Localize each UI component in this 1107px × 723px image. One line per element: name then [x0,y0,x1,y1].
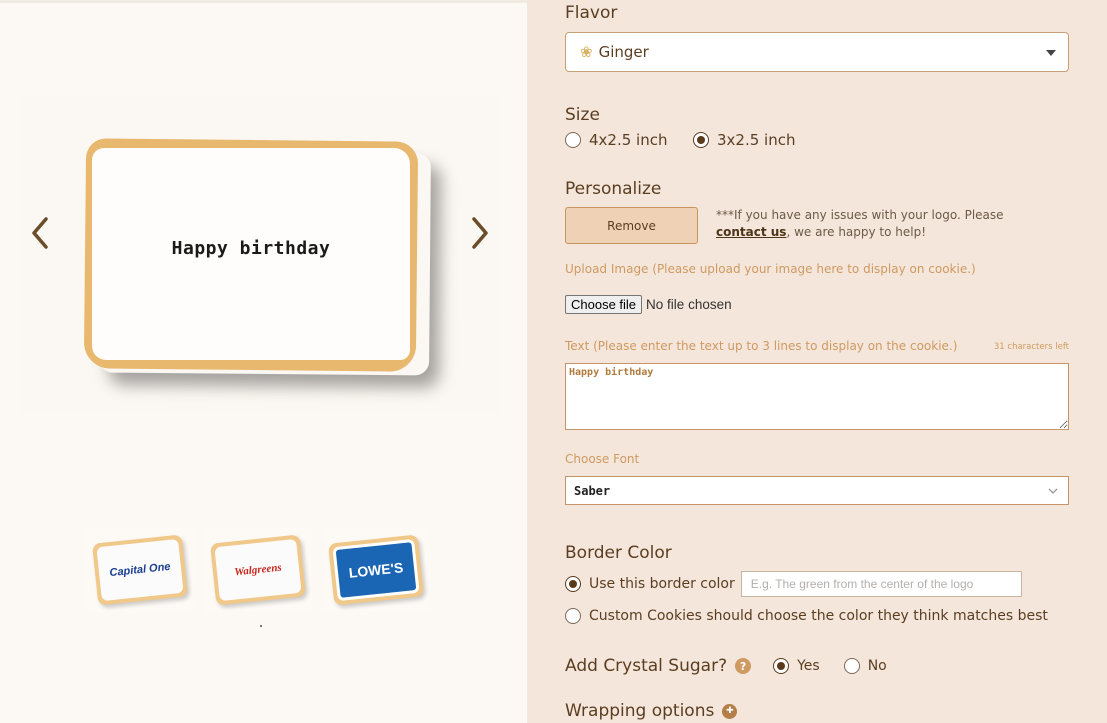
size-option-label: 3x2.5 inch [717,131,796,149]
flavor-title: Flavor [565,3,618,23]
thumbnail-walgreens[interactable]: Walgreens [204,528,312,612]
gift-icon[interactable]: ✚ [722,703,738,719]
size-radio-4x2-5[interactable] [565,132,581,148]
flavor-selected-value: Ginger [598,43,649,61]
remove-button[interactable]: Remove [565,207,698,244]
crystal-sugar-title: Add Crystal Sugar? [565,656,728,676]
border-option-label: Custom Cookies should choose the color t… [589,608,1048,624]
cookie-preview-text: Happy birthday [171,238,331,259]
chevron-right-icon [472,217,488,249]
options-panel: Flavor ❀ Ginger Size 4x2.5 inch 3x2.5 in… [527,0,1107,723]
crystal-sugar-row: Add Crystal Sugar? ? Yes No [565,656,887,676]
thumbnail-brand-label: Capital One [108,560,172,580]
border-option-label: Use this border color [589,576,735,592]
text-input-label: Text (Please enter the text up to 3 line… [565,339,958,353]
crystal-no-label: No [867,658,887,674]
personalize-title: Personalize [565,179,662,199]
thumbnail-strip: Capital One Walgreens LOWE'S [86,528,430,612]
choose-font-label: Choose Font [565,452,640,466]
crystal-no-radio[interactable] [843,658,860,674]
size-radio-3x2-5[interactable] [693,132,709,148]
thumbnail-brand-label: LOWE'S [347,559,405,581]
help-icon[interactable]: ? [735,658,752,674]
border-option-auto[interactable]: Custom Cookies should choose the color t… [565,608,1048,624]
chevron-down-icon [1048,488,1058,494]
border-option-custom-color[interactable]: Use this border color [565,571,1022,597]
size-option-4x2-5[interactable]: 4x2.5 inch [565,131,667,149]
flavor-select[interactable]: ❀ Ginger [565,32,1069,72]
border-color-title: Border Color [565,543,672,563]
crystal-yes-radio[interactable] [773,658,790,674]
upload-image-label: Upload Image (Please upload your image h… [565,262,976,276]
wrapping-options-row: Wrapping options ✚ [565,701,738,721]
next-image-button[interactable] [468,215,492,251]
characters-left: 31 characters left [993,342,1069,352]
note-suffix: , we are happy to help! [786,225,927,239]
ginger-icon: ❀ [580,43,593,61]
chevron-left-icon [32,217,48,249]
file-upload: Choose file No file chosen [565,295,732,314]
carousel-dot [260,625,262,627]
thumbnail-capital-one[interactable]: Capital One [86,528,194,612]
size-title: Size [565,105,600,125]
choose-file-button[interactable]: Choose file [565,295,643,314]
cookie-text-input[interactable] [565,363,1069,430]
divider [0,0,527,3]
note-prefix: ***If you have any issues with your logo… [716,208,1004,222]
prev-image-button[interactable] [28,215,52,251]
contact-us-link[interactable]: contact us [716,225,786,239]
border-color-input[interactable] [740,571,1022,597]
caret-down-icon [1046,50,1056,56]
border-radio-use-color[interactable] [565,576,581,592]
border-radio-auto[interactable] [565,608,581,624]
crystal-yes-label: Yes [797,658,820,674]
logo-help-note: ***If you have any issues with your logo… [716,207,1036,241]
file-status: No file chosen [646,297,732,312]
wrapping-options-title: Wrapping options [565,701,715,721]
thumbnail-brand-label: Walgreens [233,561,283,579]
font-select[interactable]: Saber [565,476,1069,505]
size-option-label: 4x2.5 inch [589,131,668,149]
product-gallery: Happy birthday Capital One Walgreens LOW… [0,0,527,723]
font-selected-value: Saber [574,483,611,498]
thumbnail-lowes[interactable]: LOWE'S [322,528,430,612]
size-option-3x2-5[interactable]: 3x2.5 inch [693,131,795,149]
